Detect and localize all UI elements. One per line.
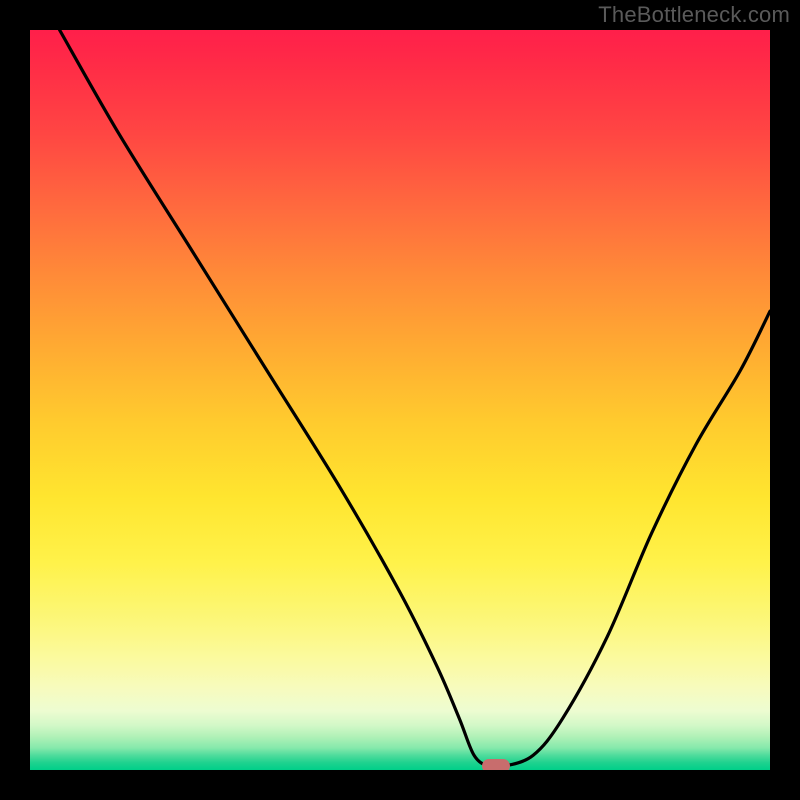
plot-area xyxy=(30,30,770,770)
optimal-point-marker xyxy=(482,759,510,770)
bottleneck-curve xyxy=(30,30,770,770)
curve-path xyxy=(60,30,770,768)
watermark-text: TheBottleneck.com xyxy=(598,2,790,28)
chart-frame: TheBottleneck.com xyxy=(0,0,800,800)
